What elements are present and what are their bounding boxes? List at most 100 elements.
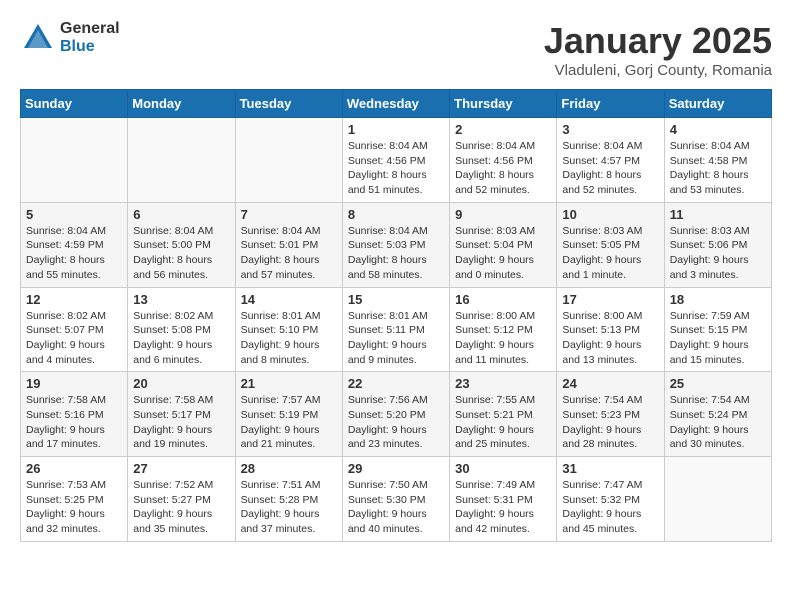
calendar-cell: 6 Sunrise: 8:04 AMSunset: 5:00 PMDaylight… xyxy=(128,202,235,287)
calendar-cell: 15 Sunrise: 8:01 AMSunset: 5:11 PMDayligh… xyxy=(342,287,449,372)
calendar-cell: 21 Sunrise: 7:57 AMSunset: 5:19 PMDayligh… xyxy=(235,372,342,457)
calendar-cell: 4Sunrise: 8:04 AMSunset: 4:58 PMDaylight… xyxy=(664,118,771,203)
logo-general-text: General xyxy=(60,20,120,38)
day-info: Sunrise: 8:00 AMSunset: 5:12 PMDaylight:… xyxy=(455,309,551,368)
day-info: Sunrise: 8:04 AMSunset: 5:00 PMDaylight:… xyxy=(133,224,229,283)
day-number: 23 xyxy=(455,376,551,391)
day-number: 13 xyxy=(133,292,229,307)
day-info: Sunrise: 8:03 AMSunset: 5:05 PMDaylight:… xyxy=(562,224,658,283)
title-area: January 2025 Vladuleni, Gorj County, Rom… xyxy=(544,20,772,79)
day-info: Sunrise: 7:47 AMSunset: 5:32 PMDaylight:… xyxy=(562,478,658,537)
calendar-cell: 2 Sunrise: 8:04 AMSunset: 4:56 PMDaylight… xyxy=(450,118,557,203)
day-number: 9 xyxy=(455,207,551,222)
calendar-cell: 26 Sunrise: 7:53 AMSunset: 5:25 PMDayligh… xyxy=(21,457,128,542)
day-info: Sunrise: 8:04 AMSunset: 5:03 PMDaylight:… xyxy=(348,224,444,283)
day-number: 28 xyxy=(241,461,337,476)
day-number: 20 xyxy=(133,376,229,391)
location-subtitle: Vladuleni, Gorj County, Romania xyxy=(544,62,772,79)
calendar-cell: 14 Sunrise: 8:01 AMSunset: 5:10 PMDayligh… xyxy=(235,287,342,372)
day-number: 24 xyxy=(562,376,658,391)
day-info: Sunrise: 7:50 AMSunset: 5:30 PMDaylight:… xyxy=(348,478,444,537)
day-number: 11 xyxy=(670,207,766,222)
calendar-cell: 20 Sunrise: 7:58 AMSunset: 5:17 PMDayligh… xyxy=(128,372,235,457)
day-info: Sunrise: 7:54 AMSunset: 5:23 PMDaylight:… xyxy=(562,393,658,452)
calendar-cell: 27Sunrise: 7:52 AMSunset: 5:27 PMDayligh… xyxy=(128,457,235,542)
calendar-cell: 24 Sunrise: 7:54 AMSunset: 5:23 PMDayligh… xyxy=(557,372,664,457)
day-info: Sunrise: 8:04 AMSunset: 5:01 PMDaylight:… xyxy=(241,224,337,283)
calendar-cell xyxy=(235,118,342,203)
calendar-table: SundayMondayTuesdayWednesdayThursdayFrid… xyxy=(20,89,772,542)
day-number: 29 xyxy=(348,461,444,476)
calendar-cell: 18Sunrise: 7:59 AMSunset: 5:15 PMDayligh… xyxy=(664,287,771,372)
weekday-header-saturday: Saturday xyxy=(664,90,771,118)
logo: General Blue xyxy=(20,20,120,56)
day-number: 15 xyxy=(348,292,444,307)
day-info: Sunrise: 8:01 AMSunset: 5:10 PMDaylight:… xyxy=(241,309,337,368)
day-number: 6 xyxy=(133,207,229,222)
calendar-cell: 3Sunrise: 8:04 AMSunset: 4:57 PMDaylight… xyxy=(557,118,664,203)
day-info: Sunrise: 7:55 AMSunset: 5:21 PMDaylight:… xyxy=(455,393,551,452)
calendar-cell: 7 Sunrise: 8:04 AMSunset: 5:01 PMDaylight… xyxy=(235,202,342,287)
calendar-cell: 9 Sunrise: 8:03 AMSunset: 5:04 PMDaylight… xyxy=(450,202,557,287)
calendar-week-row: 19 Sunrise: 7:58 AMSunset: 5:16 PMDayligh… xyxy=(21,372,772,457)
weekday-header-tuesday: Tuesday xyxy=(235,90,342,118)
day-number: 8 xyxy=(348,207,444,222)
logo-text: General Blue xyxy=(60,20,120,55)
calendar-week-row: 5Sunrise: 8:04 AMSunset: 4:59 PMDaylight… xyxy=(21,202,772,287)
calendar-week-row: 1 Sunrise: 8:04 AMSunset: 4:56 PMDaylight… xyxy=(21,118,772,203)
calendar-cell: 25 Sunrise: 7:54 AMSunset: 5:24 PMDayligh… xyxy=(664,372,771,457)
day-number: 21 xyxy=(241,376,337,391)
calendar-cell: 22 Sunrise: 7:56 AMSunset: 5:20 PMDayligh… xyxy=(342,372,449,457)
day-number: 14 xyxy=(241,292,337,307)
calendar-cell: 28 Sunrise: 7:51 AMSunset: 5:28 PMDayligh… xyxy=(235,457,342,542)
day-number: 30 xyxy=(455,461,551,476)
calendar-cell: 10Sunrise: 8:03 AMSunset: 5:05 PMDayligh… xyxy=(557,202,664,287)
day-info: Sunrise: 8:03 AMSunset: 5:04 PMDaylight:… xyxy=(455,224,551,283)
calendar-cell: 16 Sunrise: 8:00 AMSunset: 5:12 PMDayligh… xyxy=(450,287,557,372)
calendar-cell: 8 Sunrise: 8:04 AMSunset: 5:03 PMDaylight… xyxy=(342,202,449,287)
calendar-cell xyxy=(664,457,771,542)
day-info: Sunrise: 8:01 AMSunset: 5:11 PMDaylight:… xyxy=(348,309,444,368)
day-number: 27 xyxy=(133,461,229,476)
calendar-cell: 30Sunrise: 7:49 AMSunset: 5:31 PMDayligh… xyxy=(450,457,557,542)
day-info: Sunrise: 7:54 AMSunset: 5:24 PMDaylight:… xyxy=(670,393,766,452)
calendar-cell: 11 Sunrise: 8:03 AMSunset: 5:06 PMDayligh… xyxy=(664,202,771,287)
weekday-header-sunday: Sunday xyxy=(21,90,128,118)
calendar-cell: 29 Sunrise: 7:50 AMSunset: 5:30 PMDayligh… xyxy=(342,457,449,542)
day-number: 22 xyxy=(348,376,444,391)
day-info: Sunrise: 8:02 AMSunset: 5:08 PMDaylight:… xyxy=(133,309,229,368)
weekday-header-monday: Monday xyxy=(128,90,235,118)
day-info: Sunrise: 7:56 AMSunset: 5:20 PMDaylight:… xyxy=(348,393,444,452)
logo-blue-text: Blue xyxy=(60,38,120,56)
day-info: Sunrise: 8:02 AMSunset: 5:07 PMDaylight:… xyxy=(26,309,122,368)
day-number: 12 xyxy=(26,292,122,307)
day-number: 4 xyxy=(670,122,766,137)
calendar-cell: 1 Sunrise: 8:04 AMSunset: 4:56 PMDaylight… xyxy=(342,118,449,203)
day-number: 2 xyxy=(455,122,551,137)
day-info: Sunrise: 7:53 AMSunset: 5:25 PMDaylight:… xyxy=(26,478,122,537)
day-info: Sunrise: 8:03 AMSunset: 5:06 PMDaylight:… xyxy=(670,224,766,283)
day-info: Sunrise: 7:51 AMSunset: 5:28 PMDaylight:… xyxy=(241,478,337,537)
calendar-week-row: 26 Sunrise: 7:53 AMSunset: 5:25 PMDayligh… xyxy=(21,457,772,542)
day-info: Sunrise: 8:04 AMSunset: 4:56 PMDaylight:… xyxy=(455,139,551,198)
day-number: 1 xyxy=(348,122,444,137)
day-info: Sunrise: 7:58 AMSunset: 5:16 PMDaylight:… xyxy=(26,393,122,452)
day-number: 16 xyxy=(455,292,551,307)
day-info: Sunrise: 8:04 AMSunset: 4:56 PMDaylight:… xyxy=(348,139,444,198)
day-info: Sunrise: 7:57 AMSunset: 5:19 PMDaylight:… xyxy=(241,393,337,452)
day-number: 26 xyxy=(26,461,122,476)
day-number: 25 xyxy=(670,376,766,391)
day-number: 7 xyxy=(241,207,337,222)
calendar-cell: 19 Sunrise: 7:58 AMSunset: 5:16 PMDayligh… xyxy=(21,372,128,457)
weekday-header-friday: Friday xyxy=(557,90,664,118)
day-number: 3 xyxy=(562,122,658,137)
weekday-header-thursday: Thursday xyxy=(450,90,557,118)
day-number: 5 xyxy=(26,207,122,222)
day-info: Sunrise: 7:59 AMSunset: 5:15 PMDaylight:… xyxy=(670,309,766,368)
calendar-cell xyxy=(128,118,235,203)
calendar-cell: 17Sunrise: 8:00 AMSunset: 5:13 PMDayligh… xyxy=(557,287,664,372)
day-number: 31 xyxy=(562,461,658,476)
calendar-cell: 13 Sunrise: 8:02 AMSunset: 5:08 PMDayligh… xyxy=(128,287,235,372)
day-number: 19 xyxy=(26,376,122,391)
day-info: Sunrise: 7:58 AMSunset: 5:17 PMDaylight:… xyxy=(133,393,229,452)
